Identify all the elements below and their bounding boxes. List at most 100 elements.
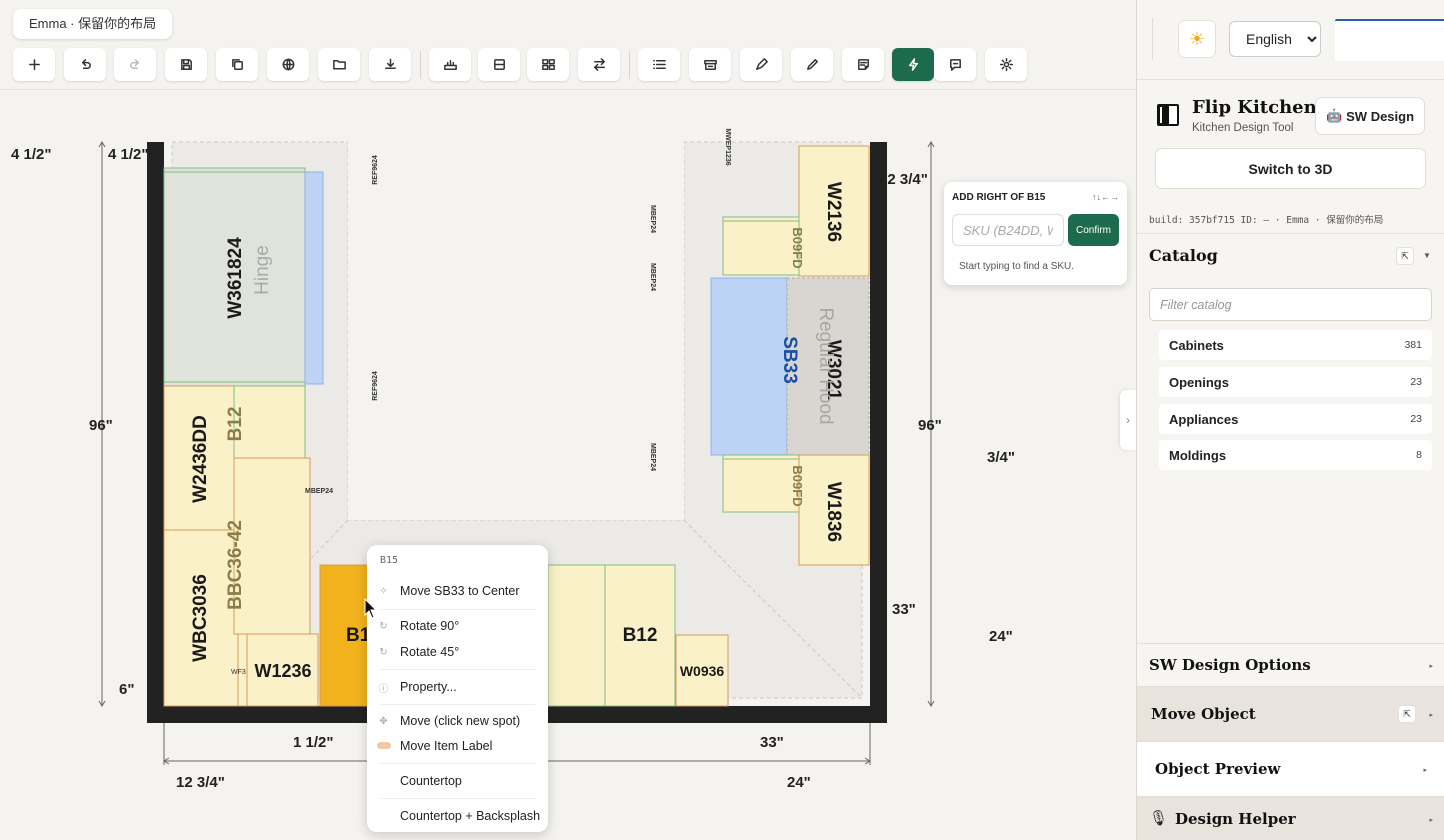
- list-icon: [652, 60, 666, 69]
- catalog-popout-button[interactable]: ⇱: [1396, 247, 1414, 265]
- save-icon: [180, 59, 192, 70]
- menu-divider: [380, 798, 535, 799]
- sku-hint: Start typing to find a SKU.: [959, 261, 1075, 272]
- web-button[interactable]: [267, 48, 309, 81]
- cabinet-label: W2136: [823, 182, 844, 242]
- quick-actions-button[interactable]: [892, 48, 934, 81]
- settings-button[interactable]: [985, 48, 1027, 81]
- category-name: Openings: [1169, 374, 1229, 390]
- ref-label: REF9624: [372, 155, 379, 185]
- save-button[interactable]: [165, 48, 207, 81]
- menu-divider: [380, 669, 535, 670]
- catalog-collapse-caret[interactable]: ▼: [1423, 251, 1431, 260]
- move-icon: ✥: [379, 715, 388, 727]
- menu-item-move-sb33-center[interactable]: ✧ Move SB33 to Center: [367, 580, 548, 602]
- layout-button[interactable]: [478, 48, 520, 81]
- caret-right-icon: ▸: [1429, 817, 1433, 824]
- robot-icon: 🤖: [1325, 108, 1343, 123]
- panel-topbar: ☀ English 中文: [1137, 0, 1444, 80]
- cabinet-label: WF3: [231, 669, 246, 676]
- catalog-filter-input[interactable]: [1149, 288, 1432, 321]
- sparkle-icon: ✧: [379, 585, 388, 597]
- right-panel: ☀ English 中文 Flip Kitchen Kitchen Design…: [1136, 0, 1444, 840]
- sun-icon: ☀: [1188, 28, 1206, 49]
- confirm-button[interactable]: Confirm: [1068, 214, 1119, 246]
- swap-button[interactable]: [578, 48, 620, 81]
- notes-button[interactable]: [842, 48, 884, 81]
- svg-text:1 1/2": 1 1/2": [293, 734, 333, 751]
- svg-text:12 3/4": 12 3/4": [879, 171, 928, 188]
- menu-item-label: Rotate 45°: [400, 645, 460, 659]
- plus-icon: [28, 59, 40, 70]
- folder-icon: [332, 60, 346, 70]
- language-select[interactable]: English 中文: [1229, 21, 1321, 57]
- section-title: Move Object: [1151, 705, 1256, 723]
- catalog-category-openings[interactable]: Openings 23: [1159, 367, 1432, 397]
- category-count: 23: [1410, 413, 1422, 425]
- duplicate-button[interactable]: [216, 48, 258, 81]
- menu-item-rotate-90[interactable]: ↻ Rotate 90°: [367, 615, 548, 637]
- catalog-category-moldings[interactable]: Moldings 8: [1159, 440, 1432, 470]
- section-title: SW Design Options: [1149, 656, 1311, 674]
- info-icon: ⓘ: [378, 683, 389, 695]
- sw-design-options-section[interactable]: SW Design Options ▸: [1137, 643, 1444, 686]
- copy-icon: [231, 59, 243, 70]
- context-menu-title: B15: [380, 555, 399, 566]
- panel-collapse-tab[interactable]: ›: [1120, 390, 1136, 450]
- svg-text:33": 33": [760, 734, 784, 751]
- window-title: Emma · 保留你的布局: [13, 9, 173, 39]
- account-card[interactable]: [1335, 19, 1444, 61]
- appliance-button[interactable]: [429, 48, 471, 81]
- open-button[interactable]: [318, 48, 360, 81]
- menu-item-countertop-backsplash[interactable]: Countertop + Backsplash: [367, 805, 548, 827]
- note-icon: [857, 59, 869, 70]
- undo-button[interactable]: [64, 48, 106, 81]
- cabinet-b09fd-upper[interactable]: [722, 216, 800, 276]
- menu-item-property[interactable]: ⓘ Property...: [367, 676, 548, 698]
- label-swatch-icon: [367, 741, 400, 752]
- brand-subtitle: Kitchen Design Tool: [1192, 122, 1294, 134]
- wall-left: [147, 142, 164, 723]
- caret-right-icon: ▸: [1429, 712, 1433, 719]
- undo-icon: [81, 59, 91, 69]
- list-button[interactable]: [638, 48, 680, 81]
- catalog-category-cabinets[interactable]: Cabinets 381: [1159, 330, 1432, 360]
- menu-item-countertop[interactable]: Countertop: [367, 770, 548, 792]
- rotate-icon: ↻: [379, 646, 388, 658]
- grid-button[interactable]: [527, 48, 569, 81]
- cabinet-label: B12: [623, 625, 658, 646]
- cabinet-b09fd-lower[interactable]: [722, 454, 800, 513]
- popout-icon[interactable]: ⇱: [1398, 705, 1416, 723]
- menu-item-move[interactable]: ✥ Move (click new spot): [367, 710, 548, 732]
- ref-label: REF9624: [372, 371, 379, 401]
- design-helper-section[interactable]: 🎙 Design Helper ▸: [1137, 796, 1444, 840]
- new-button[interactable]: [13, 48, 55, 81]
- appliance-range[interactable]: [710, 277, 788, 456]
- archive-icon: [703, 60, 717, 70]
- comment-button[interactable]: [934, 48, 976, 81]
- toolbar-divider: [420, 51, 421, 79]
- edit-button[interactable]: [791, 48, 833, 81]
- menu-item-label: Countertop + Backsplash: [400, 809, 541, 823]
- redo-button[interactable]: [114, 48, 156, 81]
- draw-button[interactable]: [740, 48, 782, 81]
- svg-text:24": 24": [989, 628, 1013, 645]
- flip-kitchen-logo-icon: [1157, 104, 1179, 126]
- menu-item-rotate-45[interactable]: ↻ Rotate 45°: [367, 641, 548, 663]
- sw-design-button[interactable]: 🤖 SW Design: [1315, 97, 1425, 135]
- menu-item-label: Rotate 90°: [400, 619, 460, 633]
- download-button[interactable]: [369, 48, 411, 81]
- direction-arrows[interactable]: ↑↓←→: [1092, 192, 1119, 202]
- theme-toggle-button[interactable]: ☀: [1178, 20, 1216, 58]
- menu-item-label: Move Item Label: [400, 739, 493, 753]
- move-object-section[interactable]: Move Object ⇱ ▸: [1137, 686, 1444, 741]
- menu-divider: [380, 609, 535, 610]
- switch-to-3d-button[interactable]: Switch to 3D: [1155, 148, 1426, 189]
- cabinet-label: W2436DD: [190, 415, 211, 503]
- catalog-category-appliances[interactable]: Appliances 23: [1159, 404, 1432, 434]
- cabinet-sb33[interactable]: [547, 564, 606, 707]
- sku-input[interactable]: [952, 214, 1064, 246]
- object-preview-section[interactable]: Object Preview ▸: [1137, 741, 1444, 796]
- menu-item-move-label[interactable]: Move Item Label: [367, 735, 548, 757]
- archive-button[interactable]: [689, 48, 731, 81]
